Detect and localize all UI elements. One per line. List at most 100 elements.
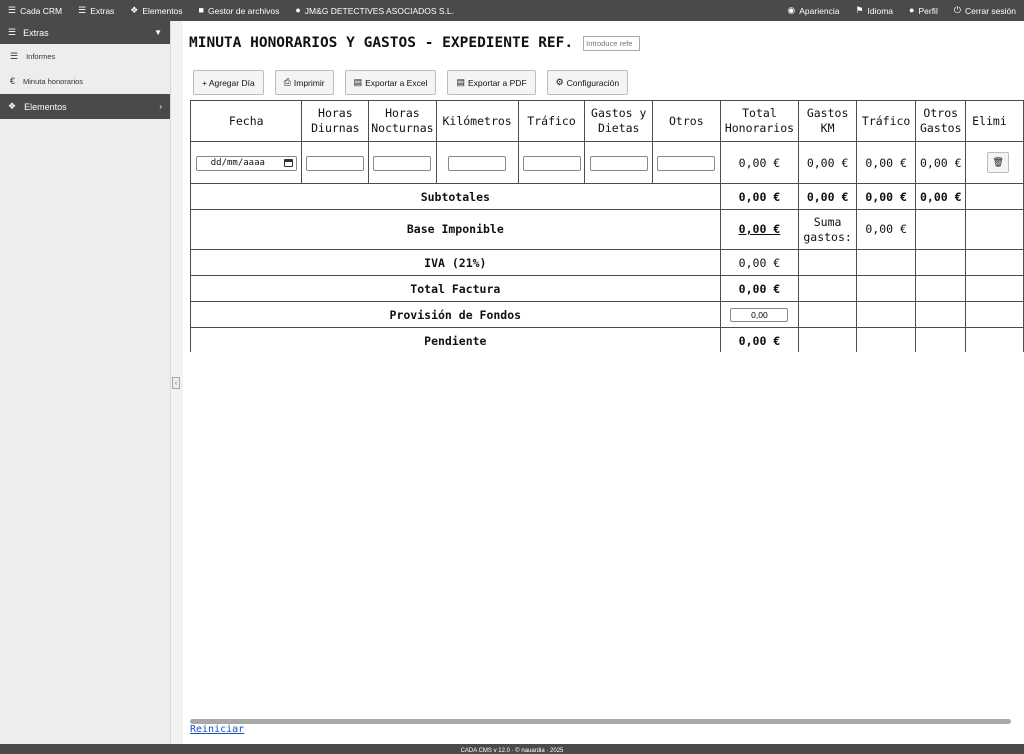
page-title: MINUTA HONORARIOS Y GASTOS - EXPEDIENTE … xyxy=(189,35,574,51)
sidebar-section-extras[interactable]: ☰ Extras ▼ xyxy=(0,21,170,44)
subtotal-trafico: 0,00 € xyxy=(855,183,917,210)
suma-gastos-label: Suma gastos: xyxy=(798,209,857,250)
calendar-icon[interactable] xyxy=(283,159,293,168)
cubes-icon: ❖ xyxy=(8,101,17,111)
subtotal-otros-gastos: 0,00 € xyxy=(915,183,967,210)
otros-input[interactable] xyxy=(657,155,716,171)
power-icon: ⏻ xyxy=(953,5,961,15)
provision-label: Provisión de Fondos xyxy=(190,301,721,328)
eye-icon: ◉ xyxy=(787,5,796,15)
horizontal-scrollbar[interactable] xyxy=(190,719,1011,724)
configuration-button[interactable]: ⚙ Configuración xyxy=(546,70,629,95)
header-otros: Otros xyxy=(652,100,721,142)
sidebar-item-minuta-honorarios[interactable]: € Minuta honorarios xyxy=(0,69,170,94)
provision-input[interactable] xyxy=(730,308,789,322)
suma-gastos-value: 0,00 € xyxy=(855,209,917,250)
nav-elementos[interactable]: ❖ Elementos xyxy=(122,0,190,21)
header-horas-diurnas: Horas Diurnas xyxy=(301,100,370,142)
user-icon: ● xyxy=(295,5,301,15)
cubes-icon: ❖ xyxy=(130,5,139,15)
nav-company[interactable]: ● JM&G DETECTIVES ASOCIADOS S.L. xyxy=(287,0,462,21)
file-excel-icon: ▤ xyxy=(353,77,363,87)
base-imponible-label: Base Imponible xyxy=(190,209,721,250)
reference-input[interactable] xyxy=(583,35,641,51)
trafico-input[interactable] xyxy=(522,155,581,171)
gastos-dietas-input[interactable] xyxy=(589,155,648,171)
list-icon: ☰ xyxy=(10,51,19,61)
toolbar: + Agregar Día ⎙ Imprimir ▤ Exportar a Exce… xyxy=(193,70,629,95)
nav-gestor-archivos[interactable]: ■ Gestor de archivos xyxy=(191,0,288,21)
database-icon: ☰ xyxy=(8,5,17,15)
nav-perfil[interactable]: ● Perfil xyxy=(901,0,946,21)
subtotal-gastos-km: 0,00 € xyxy=(798,183,857,210)
total-factura-value: 0,00 € xyxy=(719,275,800,302)
export-pdf-button[interactable]: ▤ Exportar a PDF xyxy=(447,70,536,95)
chevron-left-icon: ‹ xyxy=(174,379,178,387)
add-day-button[interactable]: + Agregar Día xyxy=(193,70,264,95)
iva-value: 0,00 € xyxy=(719,249,800,276)
iva-row: IVA (21%) 0,00 € xyxy=(190,249,1024,276)
sidebar: ☰ Extras ▼ ☰ Informes € Minuta honorario… xyxy=(0,21,171,744)
table-row: dd/mm/aaaa 0,00 € 0,00 € 0,00 € 0,00 € 🗑 xyxy=(190,141,1024,184)
horas-nocturnas-input[interactable] xyxy=(373,155,432,171)
header-gastos-dietas: Gastos y Dietas xyxy=(584,100,654,142)
nav-extras[interactable]: ☰ Extras xyxy=(70,0,122,21)
folder-icon: ■ xyxy=(198,5,204,15)
sidebar-collapse-toggle[interactable]: ‹ xyxy=(172,377,180,389)
nav-cerrar-sesion[interactable]: ⏻ Cerrar sesión xyxy=(946,0,1024,21)
pendiente-value: 0,00 € xyxy=(719,327,800,352)
delete-row-button[interactable]: 🗑 xyxy=(987,152,1010,173)
total-factura-row: Total Factura 0,00 € xyxy=(190,275,1024,302)
row-total-honorarios: 0,00 € xyxy=(719,141,800,184)
sidebar-section-elementos[interactable]: ❖ Elementos › xyxy=(0,94,170,119)
pendiente-row: Pendiente 0,00 € xyxy=(190,327,1024,352)
base-imponible-row: Base Imponible 0,00 € Suma gastos: 0,00 … xyxy=(190,209,1024,250)
header-trafico: Tráfico xyxy=(517,100,586,142)
nav-cada-crm[interactable]: ☰ Cada CRM xyxy=(0,0,70,21)
date-input[interactable]: dd/mm/aaaa xyxy=(195,155,297,171)
top-navbar: ☰ Cada CRM ☰ Extras ❖ Elementos ■ Gestor de … xyxy=(0,0,1024,21)
nav-apariencia[interactable]: ◉ Apariencia xyxy=(779,0,847,21)
nav-idioma[interactable]: ⚑ Idioma xyxy=(847,0,901,21)
header-fecha: Fecha xyxy=(190,100,303,142)
horas-diurnas-input[interactable] xyxy=(306,155,365,171)
iva-label: IVA (21%) xyxy=(190,249,721,276)
print-button[interactable]: ⎙ Imprimir xyxy=(274,70,334,95)
file-pdf-icon: ▤ xyxy=(456,77,465,87)
fees-table: Fecha Horas Diurnas Horas Nocturnas Kiló… xyxy=(190,100,1024,352)
header-otros-gastos: Otros Gastos xyxy=(915,100,967,142)
header-trafico-2: Tráfico xyxy=(855,100,917,142)
base-imponible-value: 0,00 € xyxy=(719,209,800,250)
header-eliminar: Elimi xyxy=(965,100,1024,142)
printer-icon: ⎙ xyxy=(283,77,291,87)
database-icon: ☰ xyxy=(78,5,87,15)
sidebar-item-informes[interactable]: ☰ Informes xyxy=(0,44,170,69)
header-horas-nocturnas: Horas Nocturnas xyxy=(368,100,437,142)
provision-fondos-row: Provisión de Fondos xyxy=(190,301,1024,328)
footer: CADA CMS v 12.0 · © nauardia · 2025 xyxy=(0,744,1024,754)
chevron-right-icon: › xyxy=(159,102,162,111)
header-total-honorarios: Total Honorarios xyxy=(719,100,800,142)
reset-link[interactable]: Reiniciar xyxy=(190,724,244,735)
header-kilometros: Kilómetros xyxy=(435,100,519,142)
kilometros-input[interactable] xyxy=(448,155,507,171)
subtotales-label: Subtotales xyxy=(190,183,721,210)
user-icon: ● xyxy=(909,5,915,15)
main-content: MINUTA HONORARIOS Y GASTOS - EXPEDIENTE … xyxy=(183,21,1024,744)
subtotales-row: Subtotales 0,00 € 0,00 € 0,00 € 0,00 € xyxy=(190,183,1024,210)
database-icon: ☰ xyxy=(8,27,17,37)
trash-icon: 🗑 xyxy=(992,157,1004,168)
flag-icon: ⚑ xyxy=(855,5,864,15)
total-factura-label: Total Factura xyxy=(190,275,721,302)
gears-icon: ⚙ xyxy=(555,77,564,87)
fees-table-wrapper: Fecha Horas Diurnas Horas Nocturnas Kiló… xyxy=(190,100,1024,352)
euro-icon: € xyxy=(10,76,16,86)
row-otros-gastos: 0,00 € xyxy=(915,141,967,184)
row-trafico: 0,00 € xyxy=(855,141,917,184)
footer-text: CADA CMS v 12.0 · © nauardia · 2025 xyxy=(460,748,564,754)
export-excel-button[interactable]: ▤ Exportar a Excel xyxy=(344,70,437,95)
row-gastos-km: 0,00 € xyxy=(798,141,857,184)
table-header-row: Fecha Horas Diurnas Horas Nocturnas Kiló… xyxy=(190,100,1024,142)
pendiente-label: Pendiente xyxy=(190,327,721,352)
header-gastos-km: Gastos KM xyxy=(798,100,857,142)
